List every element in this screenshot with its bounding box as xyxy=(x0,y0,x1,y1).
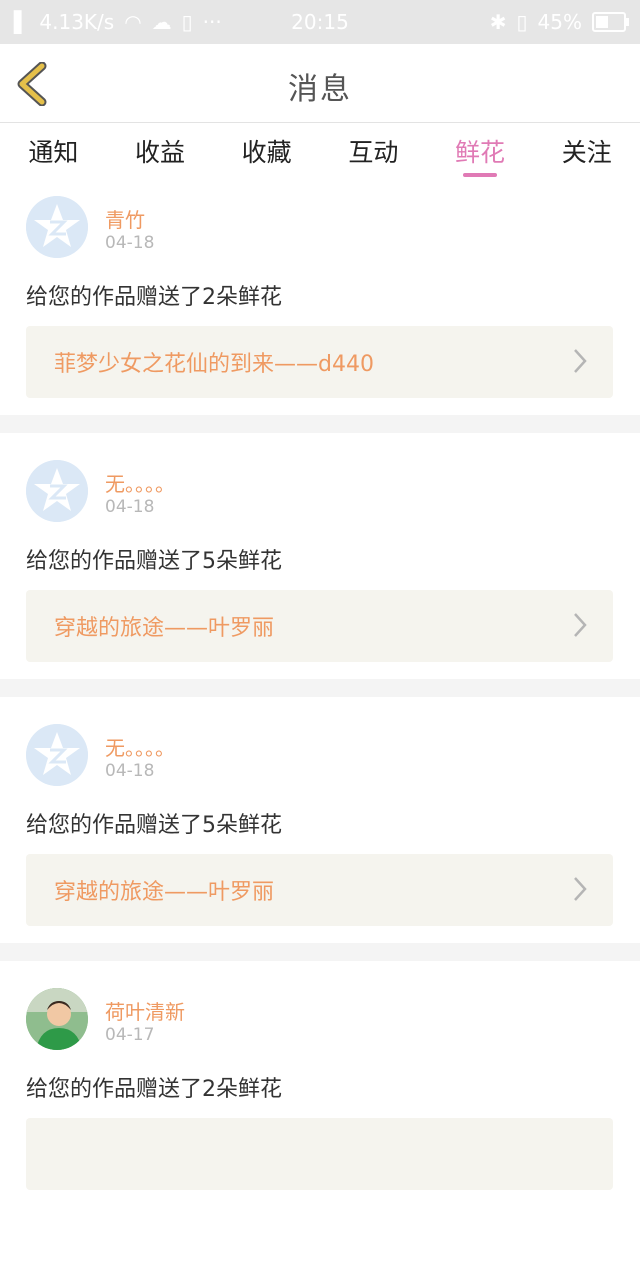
work-title: 穿越的旅途——叶罗丽 xyxy=(54,616,275,641)
message-card: 荷叶清新 04-17 给您的作品赠送了2朵鲜花 xyxy=(0,961,640,1261)
message-date: 04-18 xyxy=(105,233,155,253)
chevron-right-icon xyxy=(574,877,587,901)
work-link[interactable]: 穿越的旅途——叶罗丽 xyxy=(26,854,613,926)
page-title: 消息 xyxy=(288,72,352,107)
avatar[interactable] xyxy=(26,196,88,258)
user-name[interactable]: 荷叶清新 xyxy=(105,996,185,1025)
tab-earnings[interactable]: 收益 xyxy=(107,123,214,179)
tab-flowers[interactable]: 鲜花 xyxy=(427,123,534,179)
chevron-right-icon xyxy=(574,349,587,373)
status-time: 20:15 xyxy=(291,10,349,34)
signal-icon: ▌ xyxy=(14,10,30,34)
user-photo-icon xyxy=(26,988,88,1050)
tab-interactions[interactable]: 互动 xyxy=(320,123,427,179)
user-name[interactable]: 无。。。。 xyxy=(105,468,175,497)
message-text: 给您的作品赠送了2朵鲜花 xyxy=(26,285,282,310)
tab-favorites[interactable]: 收藏 xyxy=(213,123,320,179)
battery-percent: 45% xyxy=(537,10,582,34)
bluetooth-icon: ✱ xyxy=(489,10,507,34)
default-avatar-icon xyxy=(26,196,88,258)
message-date: 04-18 xyxy=(105,761,155,781)
vibrate-icon: ▯ xyxy=(516,10,528,34)
message-date: 04-18 xyxy=(105,497,155,517)
work-link[interactable]: 菲梦少女之花仙的到来——d440 xyxy=(26,326,613,398)
default-avatar-icon xyxy=(26,460,88,522)
user-name[interactable]: 无。。。。 xyxy=(105,732,175,761)
cloud-icon: ☁ xyxy=(151,10,172,34)
work-title: 菲梦少女之花仙的到来——d440 xyxy=(54,352,374,377)
avatar[interactable] xyxy=(26,460,88,522)
message-card: 无。。。。 04-18 给您的作品赠送了5朵鲜花 穿越的旅途——叶罗丽 xyxy=(0,697,640,943)
wifi-icon: ◠ xyxy=(124,10,142,34)
top-app-bar: 消息 xyxy=(0,44,640,123)
message-text: 给您的作品赠送了2朵鲜花 xyxy=(26,1077,282,1102)
message-card: 无。。。。 04-18 给您的作品赠送了5朵鲜花 穿越的旅途——叶罗丽 xyxy=(0,433,640,679)
battery-icon xyxy=(592,12,629,32)
user-name[interactable]: 青竹 xyxy=(105,204,145,233)
status-bar: ▌ 4.13K/s ◠ ☁ ▯ ··· 20:15 ✱ ▯ 45% xyxy=(0,0,640,44)
sim-icon: ▯ xyxy=(181,10,193,34)
work-link[interactable]: 穿越的旅途——叶罗丽 xyxy=(26,590,613,662)
work-title: 穿越的旅途——叶罗丽 xyxy=(54,880,275,905)
message-date: 04-17 xyxy=(105,1025,155,1045)
tab-notice[interactable]: 通知 xyxy=(0,123,107,179)
tab-following[interactable]: 关注 xyxy=(533,123,640,179)
message-text: 给您的作品赠送了5朵鲜花 xyxy=(26,813,282,838)
avatar[interactable] xyxy=(26,724,88,786)
chevron-right-icon xyxy=(574,613,587,637)
avatar[interactable] xyxy=(26,988,88,1050)
message-card: 青竹 04-18 给您的作品赠送了2朵鲜花 菲梦少女之花仙的到来——d440 xyxy=(0,179,640,415)
tab-bar: 通知 收益 收藏 互动 鲜花 关注 xyxy=(0,123,640,179)
message-text: 给您的作品赠送了5朵鲜花 xyxy=(26,549,282,574)
message-list: 青竹 04-18 给您的作品赠送了2朵鲜花 菲梦少女之花仙的到来——d440 无… xyxy=(0,179,640,1261)
network-speed: 4.13K/s xyxy=(39,10,115,34)
default-avatar-icon xyxy=(26,724,88,786)
more-icon: ··· xyxy=(202,10,222,34)
work-link[interactable] xyxy=(26,1118,613,1190)
